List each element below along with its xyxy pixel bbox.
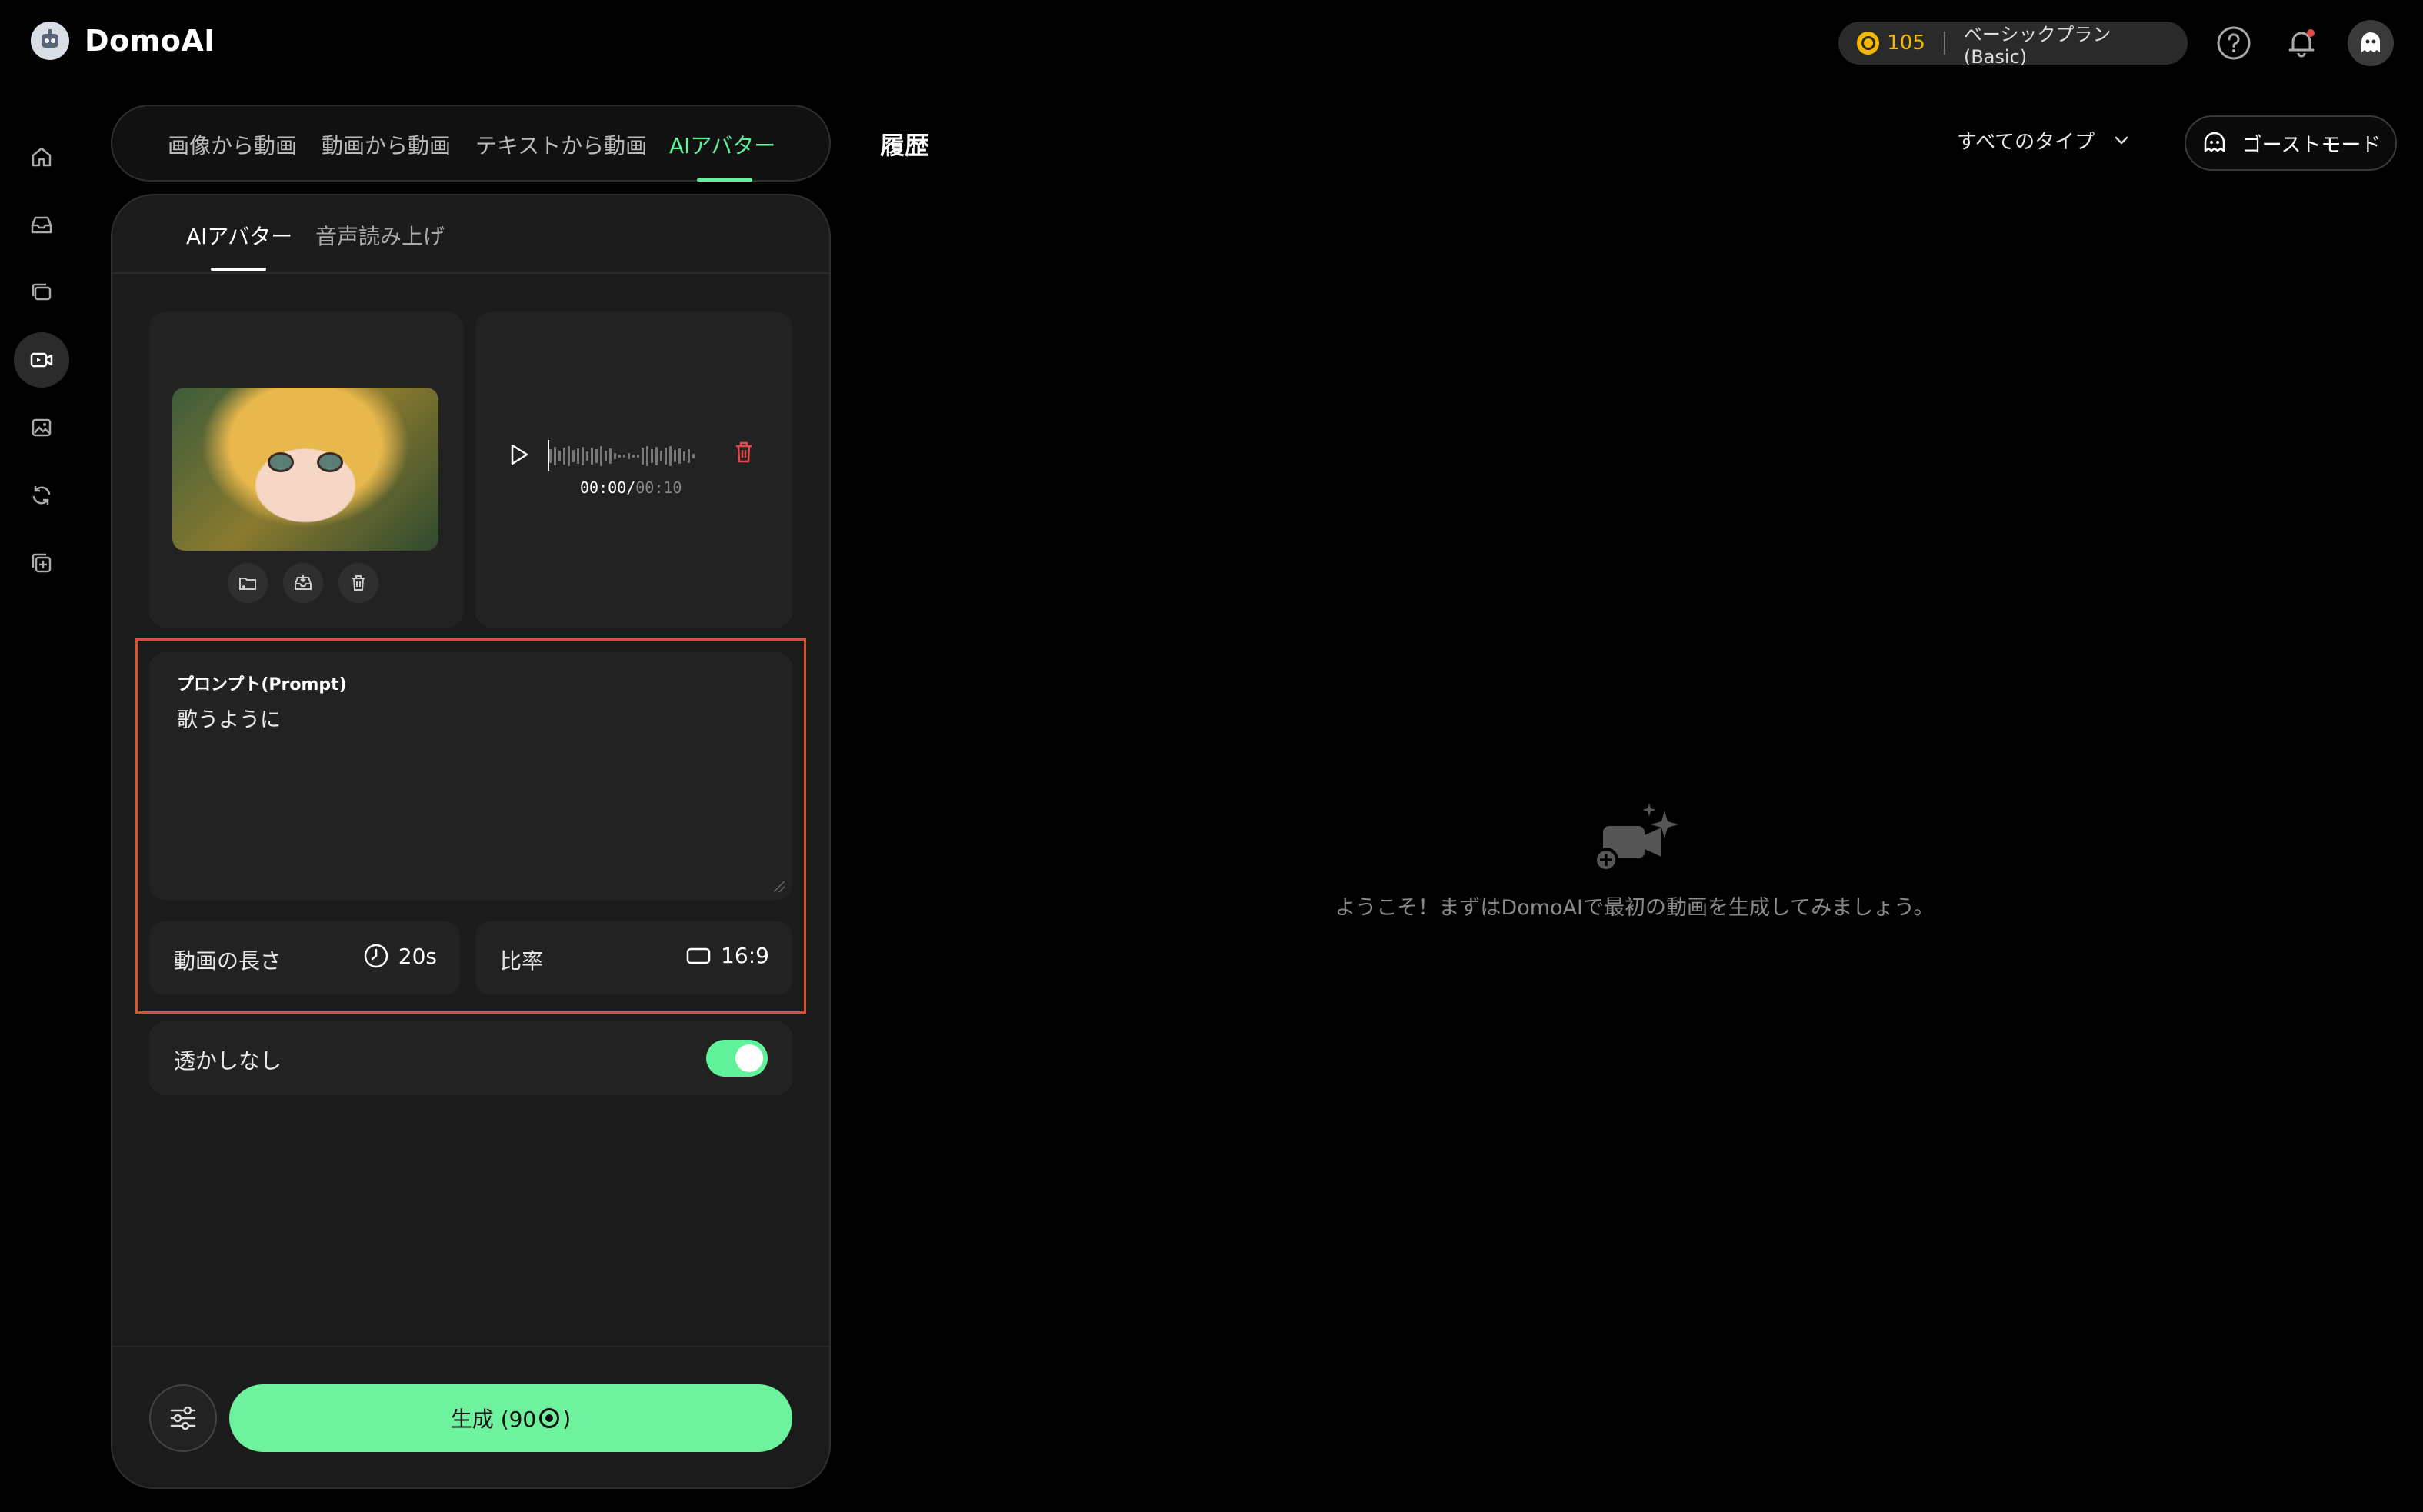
prompt-input[interactable]: 歌うように	[177, 703, 281, 733]
help-button[interactable]	[2212, 22, 2255, 65]
generate-label: 生成 (90	[450, 1407, 537, 1432]
footer-divider	[112, 1346, 829, 1347]
subtab-ai-avatar[interactable]: AIアバター	[186, 220, 292, 251]
ratio-label: 比率	[500, 948, 544, 974]
audio-card: 00:00/00:10	[475, 312, 792, 628]
credit-count: 105	[1887, 32, 1925, 55]
duration-value: 20s	[398, 943, 437, 969]
trash-icon	[736, 441, 752, 463]
ghost-mode-button[interactable]: ゴーストモード	[2185, 115, 2397, 171]
inbox-icon	[31, 216, 52, 234]
ratio-value: 16:9	[721, 943, 769, 968]
replace-image-button[interactable]	[228, 563, 268, 603]
ghost-mode-label: ゴーストモード	[2241, 133, 2381, 157]
mode-tab-bar: 画像から動画 動画から動画 テキストから動画 AIアバター	[111, 105, 831, 182]
help-icon	[2217, 26, 2251, 60]
history-title: 履歴	[880, 131, 930, 160]
plan-name: ベーシックプラン(Basic)	[1963, 23, 2111, 68]
stack-icon	[32, 283, 52, 301]
sidebar-images[interactable]	[14, 400, 69, 455]
add-media-icon	[32, 553, 52, 573]
chevron-down-icon	[2115, 136, 2128, 144]
clock-icon	[364, 944, 388, 968]
resize-handle[interactable]	[774, 881, 785, 892]
video-camera-icon	[30, 352, 53, 368]
active-subtab-indicator	[211, 268, 266, 271]
panel-divider	[112, 272, 829, 274]
sidebar-convert[interactable]	[14, 468, 69, 523]
user-avatar[interactable]	[2348, 20, 2394, 66]
notifications-button[interactable]	[2280, 22, 2323, 65]
subtab-text-to-speech[interactable]: 音声読み上げ	[315, 220, 445, 251]
type-filter-value: すべてのタイプ	[1957, 131, 2095, 154]
ghost-avatar-icon	[2361, 32, 2380, 52]
sidebar-library[interactable]	[14, 265, 69, 320]
watermark-label: 透かしなし	[174, 1048, 282, 1074]
delete-audio-button[interactable]	[732, 440, 755, 468]
sliders-icon	[170, 1406, 196, 1430]
tab-image-to-video[interactable]: 画像から動画	[168, 129, 297, 160]
save-image-button[interactable]	[283, 563, 323, 603]
duration-selector[interactable]: 動画の長さ 20s	[149, 921, 460, 995]
generate-button[interactable]: 生成 (90 )	[229, 1384, 792, 1452]
folder-swap-icon	[239, 578, 256, 590]
empty-video-sparkle-icon	[1588, 803, 1688, 883]
play-icon	[511, 444, 528, 465]
bell-icon	[2288, 29, 2315, 58]
empty-history-message: ようこそ！まずはDomoAIで最初の動画を生成してみましょう。	[1335, 896, 1935, 920]
app-logo[interactable]: DomoAI	[31, 22, 215, 60]
aspect-ratio-selector[interactable]: 比率 16:9	[475, 921, 792, 995]
refresh-icon	[32, 486, 51, 505]
aspect-ratio-icon	[686, 947, 711, 964]
tab-ai-avatar[interactable]: AIアバター	[669, 129, 775, 160]
inbox-download-icon	[295, 575, 312, 590]
advanced-settings-button[interactable]	[149, 1384, 217, 1452]
type-filter-dropdown[interactable]: すべてのタイプ	[1957, 126, 2131, 155]
avatar-panel: AIアバター 音声読み上げ 00:00/00:10 プロンプト(Prompt) …	[111, 194, 831, 1489]
sidebar-inbox[interactable]	[14, 197, 69, 252]
prompt-field[interactable]: プロンプト(Prompt) 歌うように	[149, 652, 792, 900]
audio-waveform[interactable]	[549, 445, 695, 468]
ghost-icon	[2204, 132, 2225, 152]
credits-divider	[1943, 32, 1945, 55]
watermark-option: 透かしなし	[149, 1021, 792, 1095]
sidebar-ai-avatar[interactable]	[14, 332, 69, 388]
avatar-thumbnail[interactable]	[172, 388, 438, 551]
watermark-toggle[interactable]	[706, 1040, 768, 1077]
coin-icon	[539, 1408, 560, 1428]
prompt-label: プロンプト(Prompt)	[177, 675, 347, 694]
duration-label: 動画の長さ	[174, 948, 282, 974]
delete-image-button[interactable]	[338, 563, 378, 603]
sidebar-home[interactable]	[14, 129, 69, 185]
robot-logo-icon	[31, 22, 69, 60]
sidebar-add-media[interactable]	[14, 535, 69, 591]
trash-icon	[352, 575, 365, 591]
play-button[interactable]	[508, 441, 531, 471]
tab-text-to-video[interactable]: テキストから動画	[475, 129, 647, 160]
credits-badge[interactable]: 105 ベーシックプラン(Basic)	[1838, 22, 2188, 68]
avatar-image-card	[149, 312, 463, 628]
coin-icon	[1857, 32, 1880, 55]
image-icon	[32, 418, 52, 437]
app-title: DomoAI	[85, 24, 215, 58]
home-icon	[32, 147, 52, 167]
active-tab-indicator	[697, 178, 752, 182]
audio-time: 00:00/00:10	[580, 478, 682, 497]
tab-video-to-video[interactable]: 動画から動画	[322, 129, 451, 160]
